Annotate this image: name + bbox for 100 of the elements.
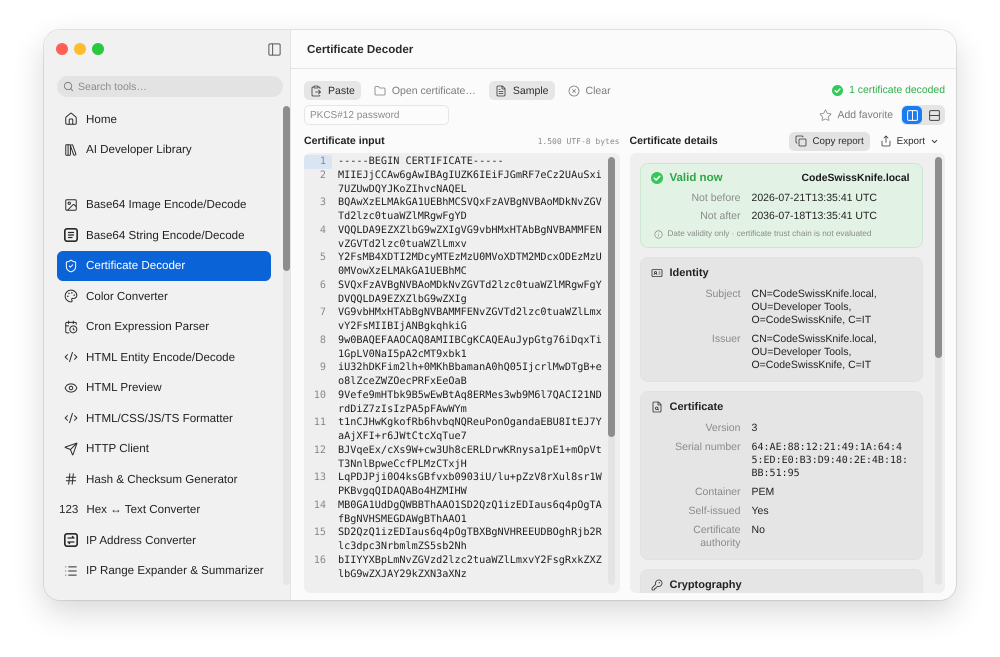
panel-title: Certificate details <box>630 135 718 147</box>
key-icon <box>650 579 662 591</box>
password-field[interactable]: PKCS#12 password <box>304 105 449 125</box>
action-button[interactable]: Copy report <box>789 132 870 150</box>
code-line: Y2FsMB4XDTI2MDcyMTEzMzU0MVoXDTM2MDcxODEzMzU0MVowXzELMAkGA1UEBhMC <box>338 251 602 279</box>
code-line: BJVqeEx/cXs9W+cw3Uh8cERLDrwKRnysa1pE1+mOpVtT3NnlBpweCcfPLMzCTxjH <box>338 444 602 472</box>
folder-icon <box>374 84 386 96</box>
line-number: 2 <box>318 168 327 182</box>
scrollbar-thumb[interactable] <box>934 157 942 358</box>
line-number: 15 <box>312 526 327 540</box>
field-value: No <box>752 524 766 538</box>
info-icon <box>654 230 662 238</box>
sidebar-item[interactable]: Cron Expression Parser <box>57 312 271 342</box>
panel-title: Certificate input <box>304 135 385 147</box>
toolbar-button[interactable]: Paste <box>304 81 361 100</box>
house-icon <box>64 112 78 126</box>
number-glyph: 123 <box>59 503 78 516</box>
sidebar-item[interactable]: HTML Entity Encode/Decode <box>57 342 271 372</box>
code-line: BQAwXzELMAkGA1UEBhMCSVQxFzAVBgNVBAoMDkNvZGVTd2lzc0tuaWZlMRgwFgYD <box>338 196 602 224</box>
palette-icon <box>64 289 78 304</box>
card-title: Cryptography <box>670 579 742 591</box>
sidebar-item[interactable]: Base64 Image Encode/Decode <box>57 190 271 220</box>
card-title: Identity <box>670 267 709 279</box>
rows-icon <box>928 108 940 122</box>
line-number: 6 <box>318 278 327 292</box>
certificate-name: CodeSwissKnife.local <box>802 172 910 184</box>
sidebar-item[interactable]: Base64 String Encode/Decode <box>57 220 271 250</box>
zoom-button[interactable] <box>92 43 104 55</box>
check-circle-icon <box>832 85 844 96</box>
line-number: 7 <box>318 306 327 320</box>
code-line: t1nCJHwKgkofRb6hvbqNQReuPonOgandaEBU8ItEJ7YaAjXFI+r6JWtCtcXqTue7 <box>338 416 602 444</box>
text-box-icon <box>64 228 78 242</box>
search-icon <box>63 81 74 92</box>
field-value: 2036-07-18T13:35:41 UTC <box>752 210 878 223</box>
sidebar-item[interactable]: Certificate Decoder <box>57 250 271 281</box>
line-number: 3 <box>318 196 327 210</box>
code-line: MIIEJjCCAw6gAwIBAgIUZK6IEiFJGmRF7eCz2UAuSxi7UZUwDQYJKoZIhvcNAQEL <box>338 168 602 196</box>
field-value: Yes <box>752 505 770 518</box>
sidebar-item[interactable]: Color Converter <box>57 281 271 312</box>
scrollbar-thumb[interactable] <box>283 106 290 271</box>
search-field[interactable]: Search tools… <box>57 76 283 97</box>
field-label: Container <box>694 486 740 499</box>
field-value: CN=CodeSwissKnife.local, OU=Developer Tools, O=CodeSwissKnife, C=IT <box>752 333 878 372</box>
field-value: 2026-07-21T13:35:41 UTC <box>752 192 878 205</box>
toolbar-button[interactable]: Open certificate… <box>368 81 482 100</box>
scrollbar-thumb[interactable] <box>608 157 614 437</box>
line-number: 12 <box>312 444 327 458</box>
sidebar-item[interactable]: 123 Hex ↔ Text Converter <box>57 494 271 525</box>
line-number: 4 <box>318 224 327 238</box>
check-circle-icon <box>650 172 662 184</box>
window-title: Certificate Decoder <box>307 42 414 56</box>
calendar-clock-icon <box>64 320 78 334</box>
field-label: Self-issued <box>688 505 740 518</box>
sidebar-item[interactable]: IP Address Converter <box>57 525 271 556</box>
field-label: Issuer <box>710 333 740 347</box>
action-button[interactable]: Export <box>874 132 945 150</box>
paper-plane-icon <box>64 442 78 456</box>
field-label: Certificate authority <box>692 524 740 550</box>
share-icon <box>880 135 892 147</box>
layout-option[interactable] <box>902 106 922 124</box>
sidebar-item[interactable]: Home <box>57 104 271 134</box>
line-number: 8 <box>318 334 327 348</box>
field-label: Subject <box>704 288 740 302</box>
field-value: PEM <box>752 486 776 499</box>
document-search-icon <box>650 401 662 413</box>
eye-icon <box>64 380 78 395</box>
sidebar-item[interactable]: AI Developer Library <box>57 134 271 165</box>
certificate-input-field[interactable] <box>304 153 620 593</box>
code-line: -----BEGIN CERTIFICATE----- <box>338 155 505 169</box>
code-line: VQQLDA9EZXZlbG9wZXIgVG9vbHMxHTAbBgNVBAMMFENvZGVTd2lzc0tuaWZlLmxv <box>338 224 602 252</box>
arrows-box-icon <box>64 533 78 548</box>
toolbar-button[interactable]: Sample <box>488 81 555 100</box>
minimize-button[interactable] <box>74 43 86 55</box>
hash-icon <box>64 472 78 486</box>
code-icon <box>64 350 78 364</box>
field-value: CN=CodeSwissKnife.local, OU=Developer Tools, O=CodeSwissKnife, C=IT <box>752 288 878 327</box>
field-value: 3 <box>752 422 758 435</box>
field-value: 64:AE:88:12:21:49:1A:64:45:ED:E0:B3:D9:40:2E:4B:18:BB:51:95 <box>752 441 908 480</box>
sidebar-item[interactable]: HTTP Client <box>57 434 271 464</box>
code-line: SVQxFzAVBgNVBAoMDkNvZGVTd2lzc0tuaWZlMRgwFgYDVQQLDA9EZXZlbG9wZXIg <box>338 278 602 306</box>
validity-note: Date validity only · certificate trust chain is not evaluated <box>668 229 872 239</box>
sidebar-item[interactable]: IP Range Expander & Summarizer <box>57 556 271 586</box>
sidebar-item[interactable]: HTML Preview <box>57 372 271 403</box>
add-favorite-button[interactable]: Add favorite <box>814 105 897 125</box>
close-button[interactable] <box>56 43 68 55</box>
status-text: 1 certificate decoded <box>849 85 945 96</box>
sidebar-item[interactable]: Hash & Checksum Generator <box>57 464 271 494</box>
line-number: 9 <box>318 361 327 375</box>
sidebar-item[interactable]: HTML/CSS/JS/TS Formatter <box>57 403 271 434</box>
field-label: Version <box>704 422 740 435</box>
code-line: iU32hDKFim2lh+0MKhBbamanA0hQ05IjcrlMwDTgB+eo8lZceZWZOecPRFxEeOaB <box>338 361 602 389</box>
sidebar-toggle-icon[interactable] <box>267 42 282 56</box>
field-label: Not after <box>699 210 740 223</box>
line-number: 13 <box>312 471 327 485</box>
line-number: 10 <box>312 388 327 402</box>
columns-icon <box>906 108 918 122</box>
toolbar-button[interactable]: Clear <box>562 81 617 100</box>
field-label: Not before <box>690 192 740 205</box>
line-number: 5 <box>318 251 327 265</box>
validity-status: Valid now <box>670 172 723 184</box>
